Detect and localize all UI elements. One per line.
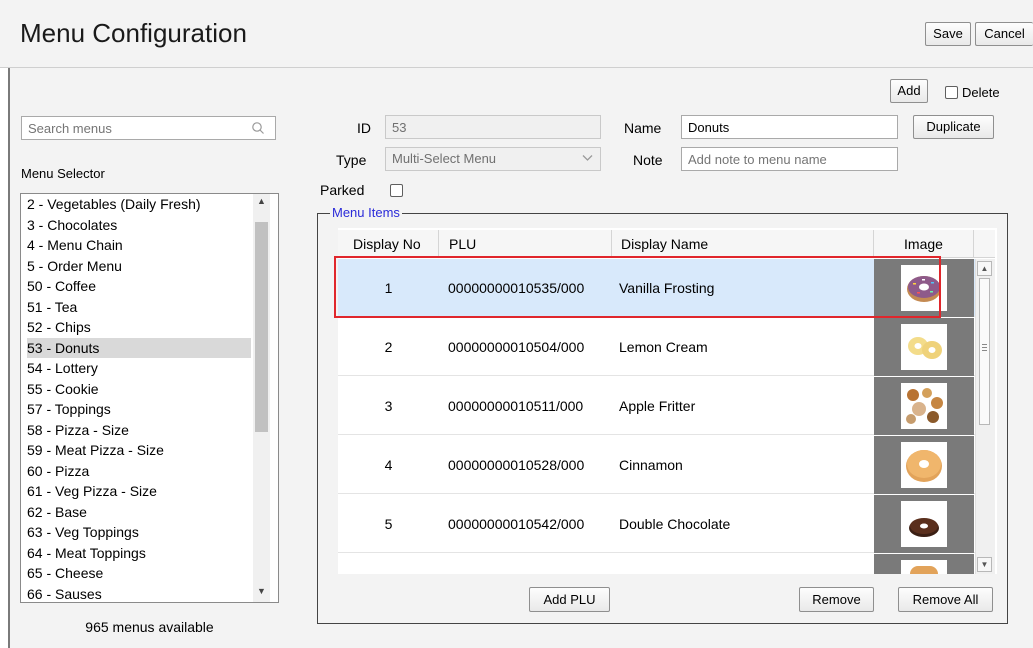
cell-display-name: Apple Fritter bbox=[619, 398, 696, 414]
list-item[interactable]: 54 - Lottery bbox=[27, 358, 251, 379]
cell-image bbox=[874, 436, 974, 494]
list-item[interactable]: 66 - Sauses bbox=[27, 584, 251, 603]
delete-checkbox[interactable] bbox=[945, 86, 958, 99]
cell-display-no: 2 bbox=[384, 339, 393, 355]
grip-line-icon bbox=[982, 344, 987, 345]
grid-scroll-down-icon[interactable]: ▼ bbox=[977, 557, 992, 572]
duplicate-button[interactable]: Duplicate bbox=[913, 115, 994, 139]
parked-label: Parked bbox=[320, 182, 365, 198]
remove-button[interactable]: Remove bbox=[799, 587, 874, 612]
table-row[interactable]: 2 00000000010504/000 Lemon Cream bbox=[338, 318, 975, 376]
list-scrollbar-thumb[interactable] bbox=[255, 222, 268, 432]
search-icon[interactable] bbox=[251, 121, 265, 135]
donut-cinnamon-image bbox=[901, 442, 947, 488]
donut-chocolate-image bbox=[901, 501, 947, 547]
cell-display-no: 3 bbox=[384, 398, 393, 414]
name-field[interactable] bbox=[681, 115, 898, 139]
list-item[interactable]: 51 - Tea bbox=[27, 297, 251, 318]
list-item[interactable]: 52 - Chips bbox=[27, 317, 251, 338]
list-item[interactable]: 50 - Coffee bbox=[27, 276, 251, 297]
cell-plu: 00000000010528/000 bbox=[448, 457, 585, 473]
list-item[interactable]: 62 - Base bbox=[27, 502, 251, 523]
column-header-image[interactable]: Image bbox=[874, 230, 974, 258]
search-input[interactable] bbox=[21, 116, 276, 140]
parked-checkbox[interactable] bbox=[390, 184, 403, 197]
column-header-spacer bbox=[974, 230, 995, 258]
type-label: Type bbox=[336, 152, 367, 168]
cell-display-name: Lemon Cream bbox=[619, 339, 708, 355]
table-row[interactable]: 4 00000000010528/000 Cinnamon bbox=[338, 436, 975, 494]
list-item[interactable]: 58 - Pizza - Size bbox=[27, 420, 251, 441]
chevron-down-icon bbox=[582, 155, 593, 161]
cell-display-name: Double Chocolate bbox=[619, 516, 731, 532]
cell-image bbox=[874, 554, 974, 574]
list-item-selected[interactable]: 53 - Donuts bbox=[27, 337, 251, 358]
selected-row-highlight bbox=[334, 256, 941, 318]
cell-display-no: 5 bbox=[384, 516, 393, 532]
id-field bbox=[385, 115, 601, 139]
cell-display-name: Cinnamon bbox=[619, 457, 683, 473]
delete-label: Delete bbox=[962, 85, 1000, 100]
type-select-value: Multi-Select Menu bbox=[392, 151, 497, 166]
list-item[interactable]: 57 - Toppings bbox=[27, 399, 251, 420]
remove-all-button[interactable]: Remove All bbox=[898, 587, 993, 612]
scroll-down-arrow-icon[interactable]: ▼ bbox=[253, 586, 270, 596]
list-item[interactable]: 65 - Cheese bbox=[27, 563, 251, 584]
list-item[interactable]: 5 - Order Menu bbox=[27, 256, 251, 277]
column-header-plu[interactable]: PLU bbox=[439, 230, 612, 258]
table-row[interactable]: 5 00000000010542/000 Double Chocolate bbox=[338, 495, 975, 553]
menu-selector-list[interactable]: 2 - Vegetables (Daily Fresh) 3 - Chocola… bbox=[20, 193, 279, 603]
cell-plu: 00000000010511/000 bbox=[448, 398, 584, 414]
table-row-partial[interactable] bbox=[338, 554, 975, 574]
cancel-button[interactable]: Cancel bbox=[975, 22, 1033, 46]
list-item[interactable]: 61 - Veg Pizza - Size bbox=[27, 481, 251, 502]
cell-image bbox=[874, 318, 974, 376]
list-item[interactable]: 64 - Meat Toppings bbox=[27, 543, 251, 564]
grip-line-icon bbox=[982, 347, 987, 348]
cell-image bbox=[874, 377, 974, 435]
list-item[interactable]: 59 - Meat Pizza - Size bbox=[27, 440, 251, 461]
note-field[interactable] bbox=[681, 147, 898, 171]
id-label: ID bbox=[357, 120, 371, 136]
menu-selector-label: Menu Selector bbox=[21, 166, 105, 181]
name-label: Name bbox=[624, 120, 662, 136]
menu-items-legend: Menu Items bbox=[330, 205, 402, 220]
donut-apple-fritter-image bbox=[901, 383, 947, 429]
donut-partial-image bbox=[910, 566, 938, 574]
column-header-display-name[interactable]: Display Name bbox=[612, 230, 874, 258]
list-item[interactable]: 3 - Chocolates bbox=[27, 215, 251, 236]
cell-plu: 00000000010504/000 bbox=[448, 339, 585, 355]
scroll-up-arrow-icon[interactable]: ▲ bbox=[253, 196, 270, 206]
add-button[interactable]: Add bbox=[890, 79, 928, 103]
list-item[interactable]: 2 - Vegetables (Daily Fresh) bbox=[27, 194, 251, 215]
donut-lemon-cream-image bbox=[901, 324, 947, 370]
table-row[interactable]: 3 00000000010511/000 Apple Fritter bbox=[338, 377, 975, 435]
list-item[interactable]: 63 - Veg Toppings bbox=[27, 522, 251, 543]
grip-line-icon bbox=[982, 350, 987, 351]
list-item[interactable]: 60 - Pizza bbox=[27, 461, 251, 482]
type-select: Multi-Select Menu bbox=[385, 147, 601, 171]
cell-display-no: 4 bbox=[384, 457, 393, 473]
list-item[interactable]: 55 - Cookie bbox=[27, 379, 251, 400]
cell-image bbox=[874, 495, 974, 553]
cell-plu: 00000000010542/000 bbox=[448, 516, 585, 532]
page-title: Menu Configuration bbox=[20, 18, 247, 48]
column-header-display-no[interactable]: Display No bbox=[338, 230, 439, 258]
grid-scroll-up-icon[interactable]: ▲ bbox=[977, 261, 992, 276]
menus-count: 965 menus available bbox=[85, 619, 214, 635]
list-item[interactable]: 4 - Menu Chain bbox=[27, 235, 251, 256]
grid-scrollbar-thumb[interactable] bbox=[979, 278, 990, 425]
add-plu-button[interactable]: Add PLU bbox=[529, 587, 610, 612]
note-label: Note bbox=[633, 152, 663, 168]
save-button[interactable]: Save bbox=[925, 22, 971, 46]
